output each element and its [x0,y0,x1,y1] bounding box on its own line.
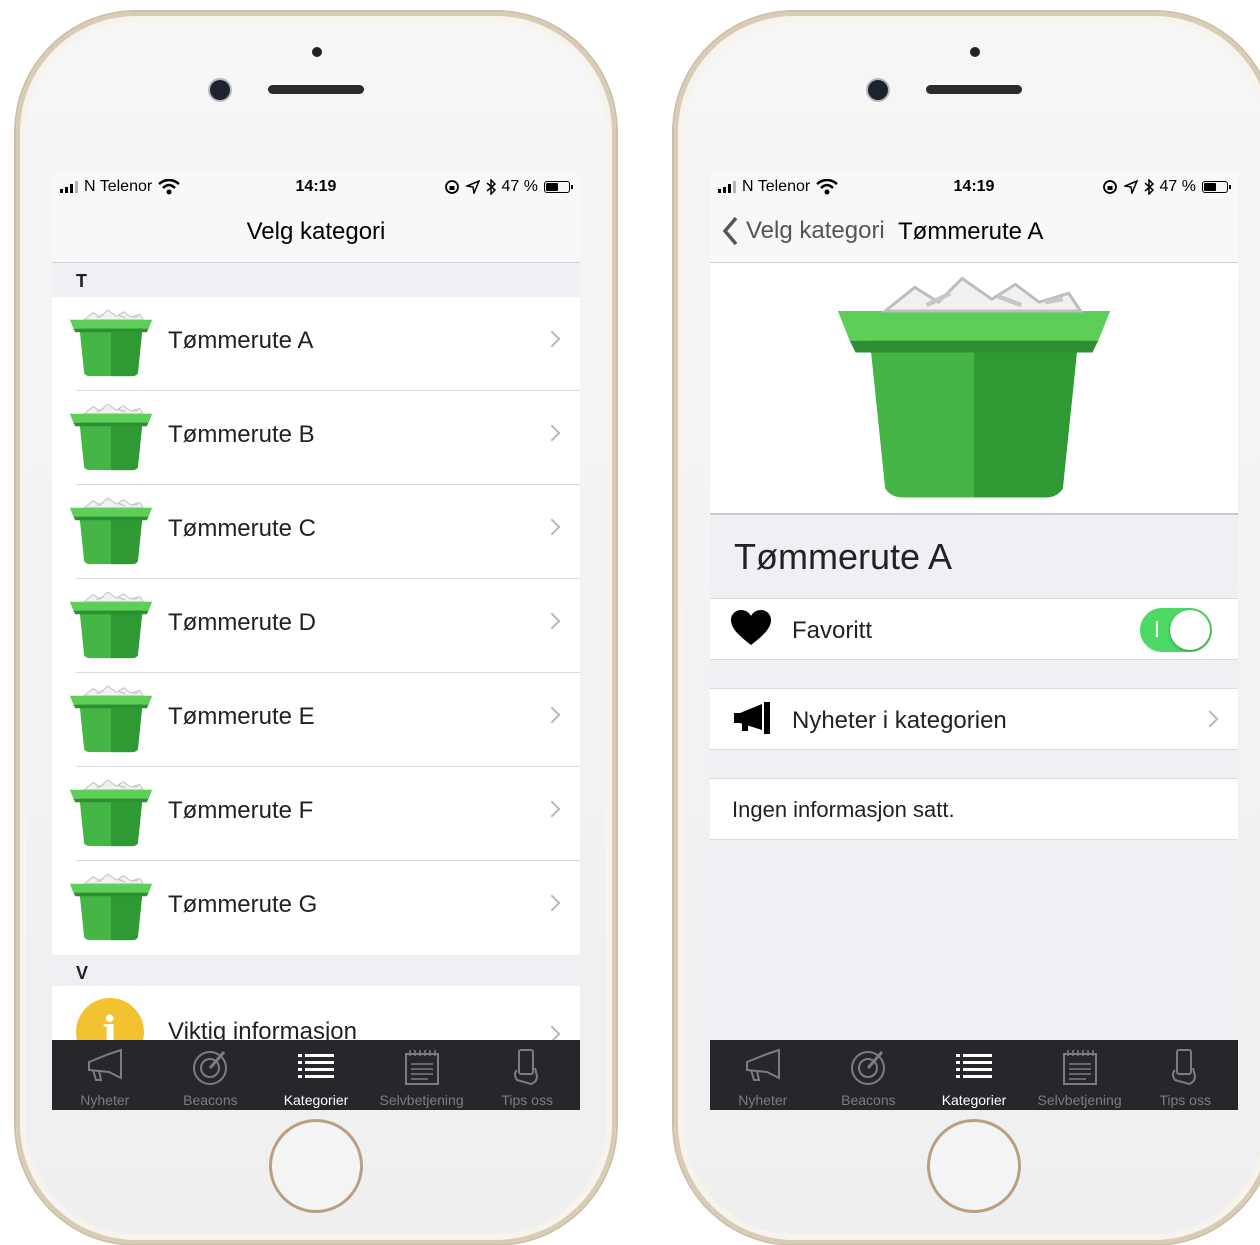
tab-selvbetjening[interactable]: Selvbetjening [369,1040,475,1110]
chevron-right-icon [543,800,561,818]
list-item-tommerute-d[interactable]: Tømmerute D [52,579,580,673]
front-camera-icon [210,80,230,100]
recycling-bin-icon [826,273,1122,503]
list-item-tommerute-g[interactable]: Tømmerute G [52,861,580,955]
battery-percent: 47 % [501,178,538,195]
recycling-bin-icon [66,873,156,941]
nav-bar: Velg kategori Tømmerute A [710,202,1238,263]
tab-nyheter[interactable]: Nyheter [52,1040,158,1110]
chevron-right-icon [543,330,561,348]
list-item-label: Tømmerute E [168,703,315,730]
phone-frame-right: N Telenor 14:19 47 % Velg kategori Tømme… [674,12,1260,1244]
category-title: Tømmerute A [734,536,953,577]
recycling-bin-icon [66,685,156,753]
chevron-left-icon [722,216,738,246]
list-item-tommerute-b[interactable]: Tømmerute B [52,391,580,485]
location-icon [465,180,480,194]
news-label: Nyheter i kategorien [792,707,1007,734]
list-screen: N Telenor 14:19 47 % Velg kategori T Tøm… [52,172,580,1110]
tab-kategorier[interactable]: Kategorier [921,1040,1027,1110]
news-in-category-row[interactable]: Nyheter i kategorien [710,688,1238,750]
chevron-right-icon [543,706,561,724]
bluetooth-icon [486,179,496,195]
recycling-bin-icon [66,779,156,847]
notepad-icon [1062,1050,1097,1085]
recycling-bin-icon [66,403,156,471]
tab-nyheter[interactable]: Nyheter [710,1040,816,1110]
nav-title: Tømmerute A [898,218,1044,245]
earpiece-speaker [926,85,1022,94]
tab-beacons[interactable]: Beacons [816,1040,922,1110]
list-item-tommerute-c[interactable]: Tømmerute C [52,485,580,579]
bluetooth-icon [1144,179,1154,195]
proximity-sensor [312,47,322,57]
megaphone-icon [745,1048,780,1081]
recycling-bin-icon [66,309,156,377]
list-item-label: Tømmerute A [168,327,314,354]
info-text: Ingen informasjon satt. [732,797,955,822]
megaphone-icon [734,702,770,734]
list-item-label: Tømmerute D [168,609,317,636]
chevron-right-icon [543,518,561,536]
favorite-row: Favoritt [710,598,1238,660]
status-right: 47 % [1102,178,1231,196]
back-label: Velg kategori [746,217,885,244]
info-row: Ingen informasjon satt. [710,778,1238,840]
section-header-t: T [52,263,580,297]
rotation-lock-icon [444,180,459,194]
list-icon [955,1054,992,1078]
list-item-tommerute-f[interactable]: Tømmerute F [52,767,580,861]
chevron-right-icon [543,612,561,630]
phone-frame-left: N Telenor 14:19 47 % Velg kategori T Tøm… [16,12,616,1244]
category-hero-image [710,263,1238,515]
location-icon [1123,180,1138,194]
radar-icon [851,1051,886,1085]
home-button[interactable] [269,1119,363,1213]
page-title: Velg kategori [246,218,386,245]
list-item-label: Tømmerute C [168,515,317,542]
chevron-right-icon [543,424,561,442]
list-icon [297,1054,334,1078]
tab-tips-oss[interactable]: Tips oss [1132,1040,1238,1110]
list-item-tommerute-a[interactable]: Tømmerute A [52,297,580,391]
chevron-right-icon [1201,710,1219,728]
list-item-label: Tømmerute G [168,891,318,918]
tab-bar: Nyheter Beacons Kategorier Selvbetjening… [52,1040,580,1110]
earpiece-speaker [268,85,364,94]
favorite-toggle[interactable] [1140,608,1212,652]
list-item-label: Tømmerute B [168,421,315,448]
proximity-sensor [970,47,980,57]
battery-percent: 47 % [1159,178,1196,195]
chevron-right-icon [543,894,561,912]
battery-icon [1202,181,1231,193]
list-item-label: Tømmerute F [168,797,314,824]
status-bar: N Telenor 14:19 47 % [52,172,580,202]
recycling-bin-icon [66,591,156,659]
phone-hand-icon [514,1049,539,1086]
tab-bar: Nyheter Beacons Kategorier Selvbetjening… [710,1040,1238,1110]
home-button[interactable] [927,1119,1021,1213]
battery-icon [544,181,573,193]
phone-hand-icon [1172,1049,1197,1086]
section-header-v: V [52,955,580,989]
detail-screen: N Telenor 14:19 47 % Velg kategori Tømme… [710,172,1238,1110]
front-camera-icon [868,80,888,100]
list-item-tommerute-e[interactable]: Tømmerute E [52,673,580,767]
heart-icon [731,610,771,645]
recycling-bin-icon [66,497,156,565]
nav-bar: Velg kategori [52,202,580,263]
radar-icon [193,1051,228,1085]
tab-tips-oss[interactable]: Tips oss [474,1040,580,1110]
tab-selvbetjening[interactable]: Selvbetjening [1027,1040,1133,1110]
status-bar: N Telenor 14:19 47 % [710,172,1238,202]
tab-kategorier[interactable]: Kategorier [263,1040,369,1110]
favorite-label: Favoritt [792,617,873,644]
rotation-lock-icon [1102,180,1117,194]
tab-beacons[interactable]: Beacons [158,1040,264,1110]
status-right: 47 % [444,178,573,196]
megaphone-icon [87,1048,122,1081]
back-button[interactable]: Velg kategori [722,216,885,246]
notepad-icon [404,1050,439,1085]
